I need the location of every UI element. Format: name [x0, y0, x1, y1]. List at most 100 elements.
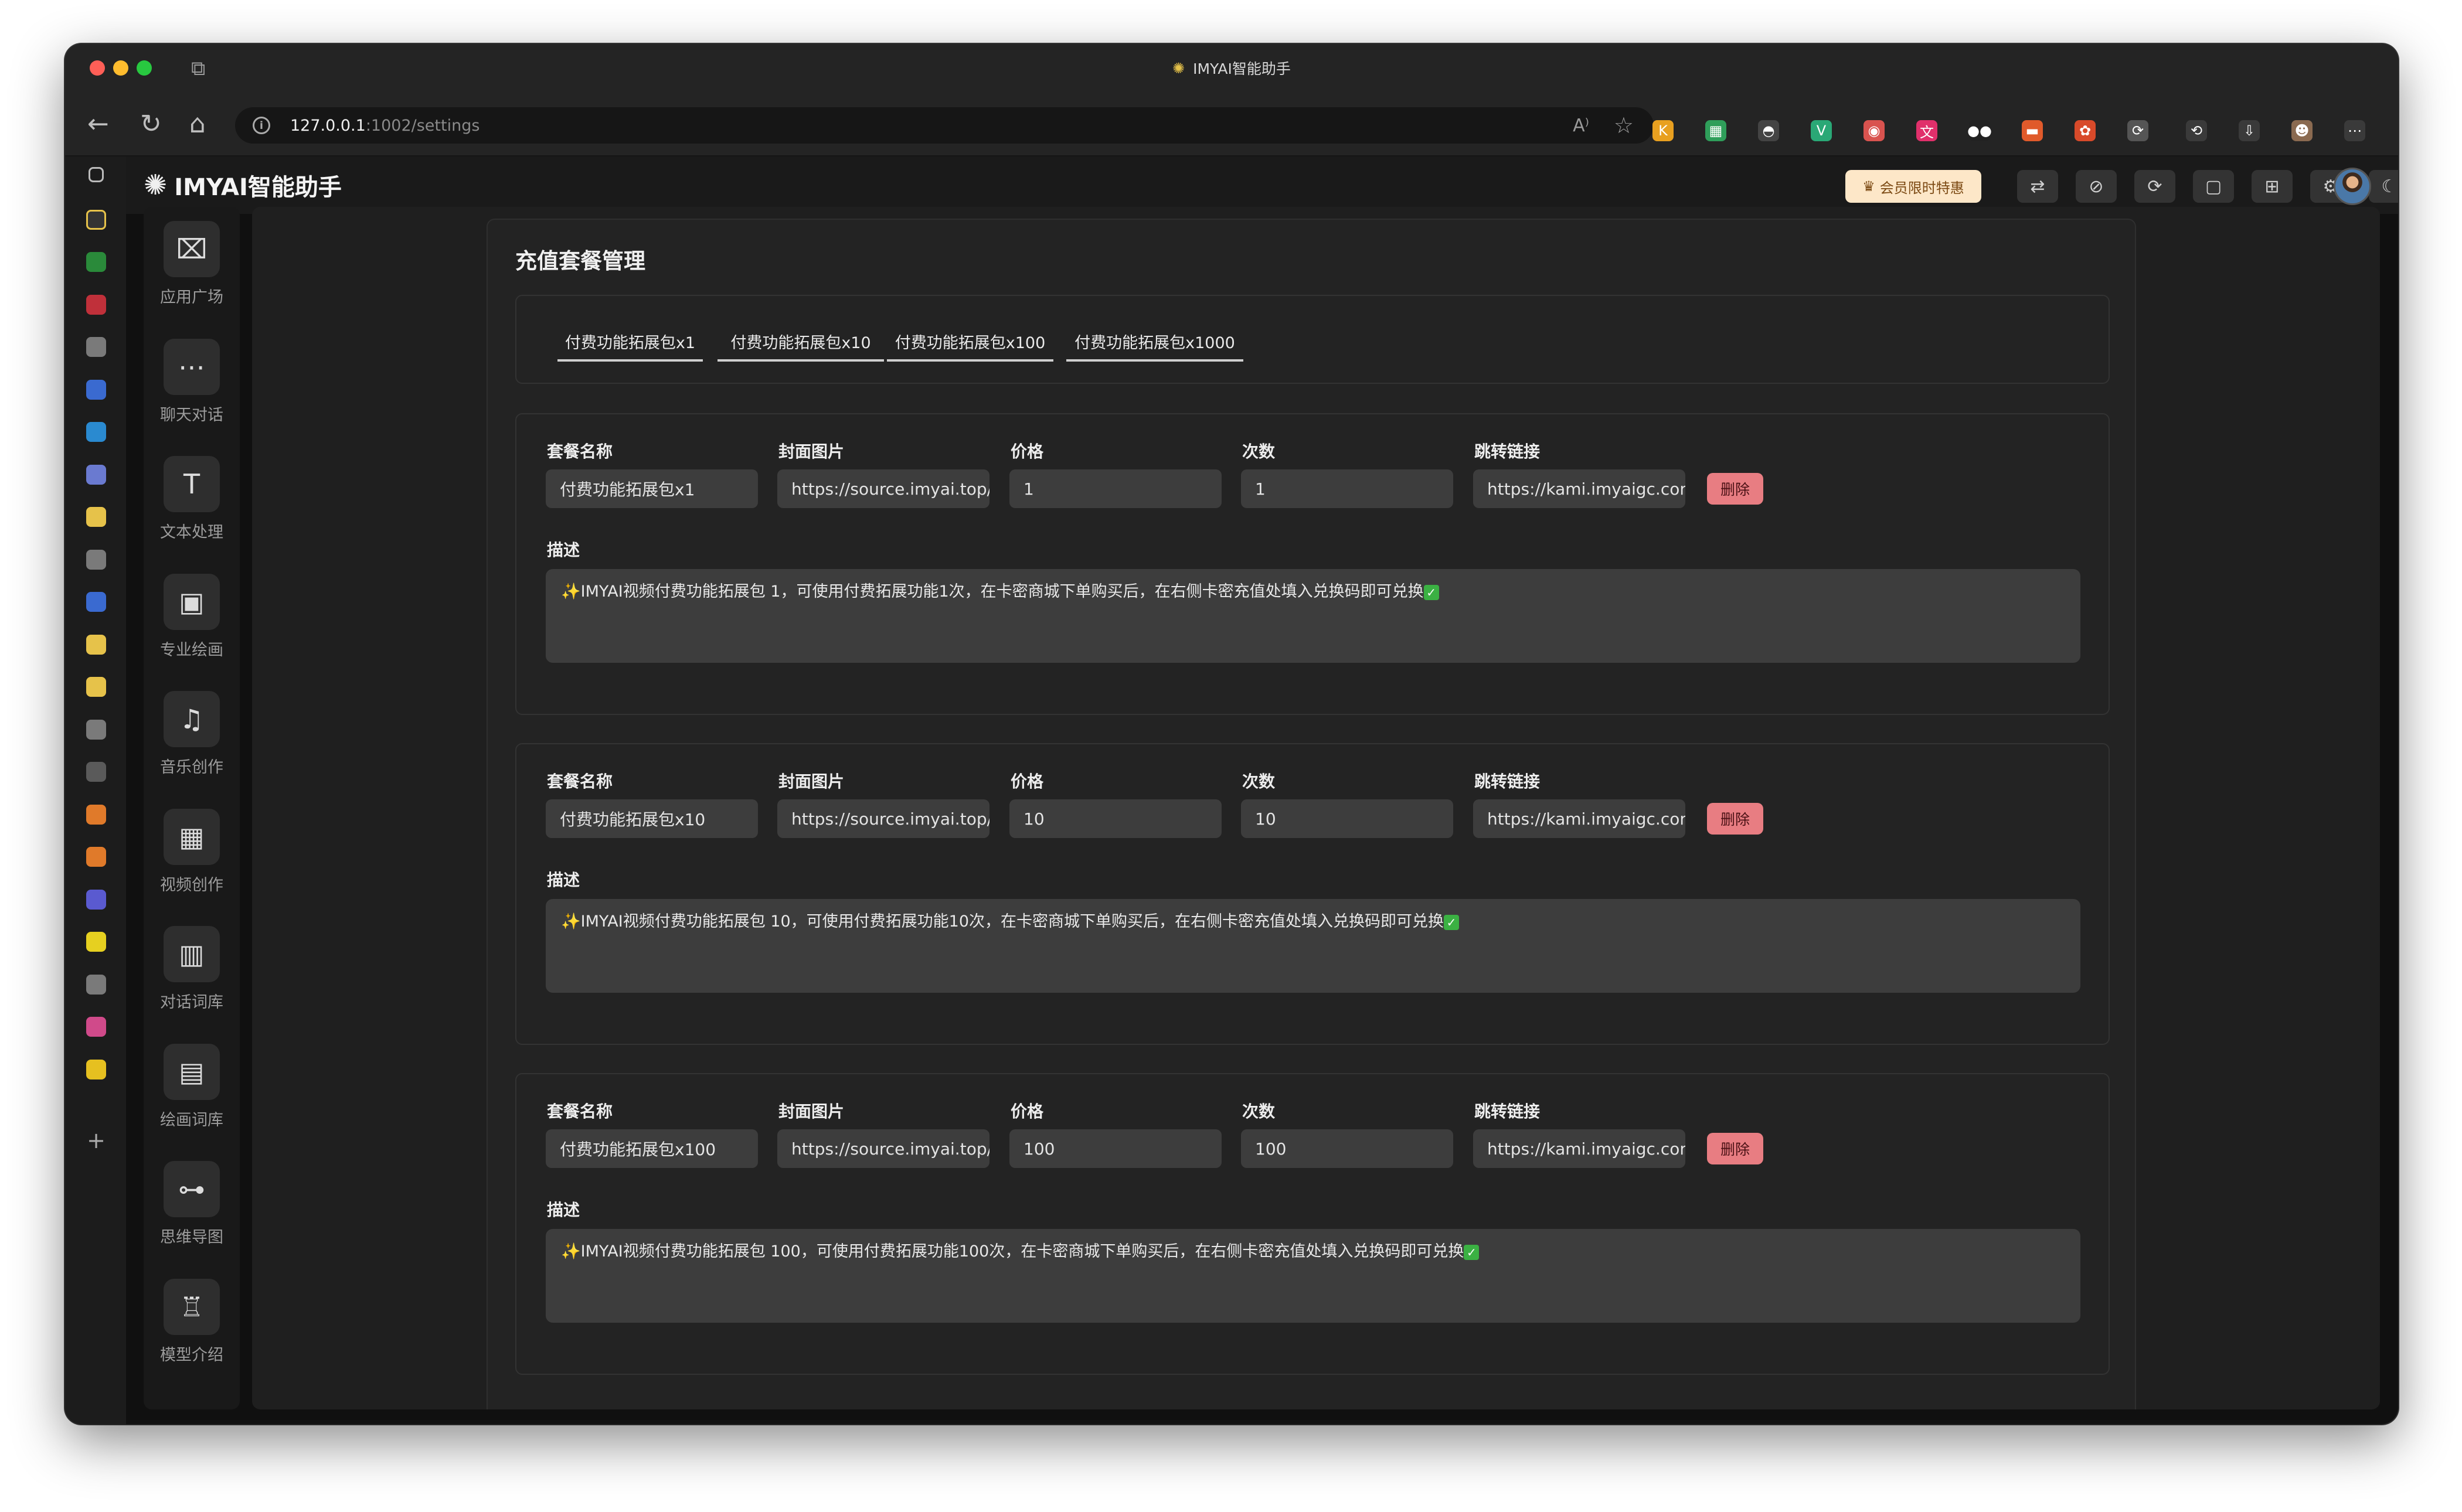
extension-mask-icon[interactable]: ◓ [1758, 120, 1779, 141]
package-description-textarea[interactable]: ✨IMYAI视频付费功能拓展包 10，可使用付费拓展功能10次，在卡密商城下单购… [546, 899, 2080, 993]
sidebar-item-1[interactable]: ⌧ 应用广场 [144, 221, 240, 307]
sidebar-item-10[interactable]: ♖ 模型介绍 [144, 1278, 240, 1365]
translate-icon[interactable]: ⇄ [2017, 170, 2058, 203]
notes-icon[interactable] [86, 549, 106, 570]
read-aloud-icon[interactable]: A⁾ [1573, 115, 1589, 136]
package-link-input[interactable]: https://kami.imyaigc.com [1473, 1129, 1685, 1168]
package-link-input[interactable]: https://kami.imyaigc.com [1473, 799, 1685, 838]
delete-button[interactable]: 删除 [1707, 473, 1763, 505]
maximize-window-button[interactable] [137, 60, 152, 76]
profile-icon[interactable]: ☻ [2291, 120, 2313, 141]
extension-k-icon[interactable]: K [1652, 120, 1674, 141]
app-logo-text: IMYAI智能助手 [174, 174, 342, 201]
tab-package-2[interactable]: 付费功能拓展包x10 [717, 330, 884, 362]
sidebar-item-6[interactable]: ▦ 视频创作 [144, 808, 240, 895]
home-icon[interactable]: ⌂ [189, 110, 206, 139]
pocket-icon[interactable] [86, 464, 106, 485]
openai-icon[interactable] [86, 507, 106, 527]
dark-mode-icon[interactable]: ☾ [2369, 170, 2398, 203]
tab-package-1[interactable]: 付费功能拓展包x1 [557, 330, 703, 362]
gift-icon[interactable]: ⊞ [2252, 170, 2293, 203]
sticky-note-icon[interactable] [86, 932, 106, 952]
extension-translate-icon[interactable]: 文 [1916, 120, 1937, 141]
sidebar-item-label: 对话词库 [160, 993, 223, 1012]
extension-chrome-icon[interactable]: ◉ [1863, 120, 1885, 141]
sidebar-item-2[interactable]: ⋯ 聊天对话 [144, 338, 240, 425]
sidebar-item-3[interactable]: T 文本处理 [144, 456, 240, 542]
sidebar-item-5[interactable]: ♫ 音乐创作 [144, 691, 240, 777]
extension-toolbox-icon[interactable]: ▬ [2022, 120, 2043, 141]
package-price-input[interactable]: 100 [1009, 1129, 1222, 1168]
mail-icon[interactable] [86, 592, 106, 612]
package-description-textarea[interactable]: ✨IMYAI视频付费功能拓展包 100，可使用付费拓展功能100次，在卡密商城下… [546, 1229, 2080, 1323]
user-avatar[interactable] [2334, 168, 2371, 205]
image-icon[interactable] [86, 337, 106, 357]
app-icon[interactable] [86, 209, 106, 230]
sidebar-item-7[interactable]: ▥ 对话词库 [144, 926, 240, 1012]
gem-icon[interactable] [86, 1017, 106, 1037]
field-label-link: 跳转链接 [1474, 772, 1541, 791]
package-count-input[interactable]: 100 [1241, 1129, 1453, 1168]
download-icon[interactable]: ⇩ [2239, 120, 2260, 141]
package-price-input[interactable]: 1 [1009, 469, 1222, 508]
tag-icon[interactable] [86, 1059, 106, 1079]
package-cover-input[interactable]: https://source.imyai.top/i [777, 469, 989, 508]
package-cover-input[interactable]: https://source.imyai.top/i [777, 799, 989, 838]
chrome-icon[interactable] [86, 422, 106, 442]
url-bar[interactable]: i 127.0.0.1 :1002/settings A⁾ ☆ [235, 107, 1654, 144]
close-window-button[interactable] [90, 60, 105, 76]
openai-icon[interactable] [86, 634, 106, 655]
back-icon[interactable]: ← [87, 110, 109, 139]
field-label-price: 价格 [1011, 1102, 1044, 1121]
extension-flower-icon[interactable]: ✿ [2075, 120, 2096, 141]
reload-icon[interactable]: ↻ [140, 110, 162, 139]
settings-icon[interactable] [86, 974, 106, 995]
package-cover-input[interactable]: https://source.imyai.top/i [777, 1129, 989, 1168]
favorite-star-icon[interactable]: ☆ [1614, 113, 1634, 138]
sync-icon[interactable]: ⟳ [2134, 170, 2175, 203]
package-name-input[interactable]: 付费功能拓展包x10 [546, 799, 758, 838]
package-count-input[interactable]: 1 [1241, 469, 1453, 508]
package-count-input[interactable]: 10 [1241, 799, 1453, 838]
circle-icon[interactable] [86, 889, 106, 910]
link-icon[interactable]: ⊘ [2076, 170, 2117, 203]
extension-red-icon[interactable] [86, 294, 106, 315]
package-name-input[interactable]: 付费功能拓展包x1 [546, 469, 758, 508]
app-logo[interactable]: ✺ IMYAI智能助手 [144, 168, 342, 202]
add-app-icon[interactable]: + [86, 1128, 106, 1153]
link-icon[interactable] [86, 847, 106, 867]
link-icon[interactable] [86, 804, 106, 825]
package-card: 套餐名称 付费功能拓展包x10 封面图片 https://source.imyai.t… [515, 743, 2110, 1045]
package-link-input[interactable]: https://kami.imyaigc.com [1473, 469, 1685, 508]
library-icon: ▥ [164, 926, 220, 982]
sidebar-item-9[interactable]: ⊶ 思维导图 [144, 1161, 240, 1247]
extension-table-icon[interactable]: ▦ [1705, 120, 1726, 141]
sidebar-toggle-icon[interactable] [89, 167, 104, 182]
openai-icon[interactable] [86, 677, 106, 697]
package-price-input[interactable]: 10 [1009, 799, 1222, 838]
vip-offer-button[interactable]: ♛ 会员限时特惠 [1845, 170, 1981, 203]
tab-package-4[interactable]: 付费功能拓展包x1000 [1066, 330, 1243, 362]
extension-medium-icon[interactable]: ●● [1967, 120, 1992, 141]
draw-library-icon: ▤ [164, 1043, 220, 1100]
package-name-input[interactable]: 付费功能拓展包x100 [546, 1129, 758, 1168]
site-info-icon[interactable]: i [253, 117, 270, 134]
extension-green-icon[interactable] [86, 252, 106, 272]
sidebar-item-4[interactable]: ▣ 专业绘画 [144, 573, 240, 660]
minimize-window-button[interactable] [113, 60, 128, 76]
history-icon[interactable]: ⟲ [2186, 120, 2207, 141]
tab-package-3[interactable]: 付费功能拓展包x100 [887, 330, 1053, 362]
package-description-textarea[interactable]: ✨IMYAI视频付费功能拓展包 1，可使用付费拓展功能1次，在卡密商城下单购买后… [546, 569, 2080, 663]
search-icon[interactable] [86, 379, 106, 400]
more-icon[interactable]: ⋯ [2344, 120, 2365, 141]
globe-icon[interactable] [86, 719, 106, 740]
field-label-link: 跳转链接 [1474, 442, 1541, 461]
delete-button[interactable]: 删除 [1707, 803, 1763, 835]
clipboard-icon[interactable]: ▢ [2193, 170, 2234, 203]
extension-vue-icon[interactable]: V [1811, 120, 1832, 141]
tab-overview-icon[interactable]: ⧉ [191, 57, 205, 80]
extension-puzzle-icon[interactable]: ⟳ [2127, 120, 2148, 141]
delete-button[interactable]: 删除 [1707, 1133, 1763, 1164]
sidebar-item-8[interactable]: ▤ 绘画词库 [144, 1043, 240, 1130]
github-icon[interactable] [86, 762, 106, 782]
